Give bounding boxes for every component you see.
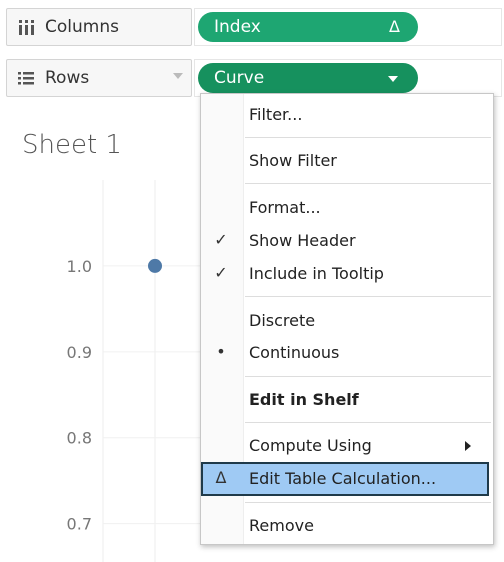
menu-item-label: Compute Using xyxy=(249,436,372,455)
menu-item-label: Include in Tooltip xyxy=(249,264,384,283)
menu-separator xyxy=(245,502,491,503)
menu-item-label: Edit in Shelf xyxy=(249,390,359,409)
scatter-chart: 1.0 0.9 0.8 0.7 xyxy=(67,180,200,562)
index-pill-label: Index xyxy=(214,17,261,37)
data-marks xyxy=(148,258,162,273)
menu-item-label: Edit Table Calculation... xyxy=(249,469,437,488)
delta-icon: Δ xyxy=(215,468,227,487)
caret-down-icon[interactable] xyxy=(388,76,398,82)
menu-item-edit-in-shelf[interactable]: Edit in Shelf xyxy=(201,384,493,416)
columns-icon xyxy=(19,20,34,35)
columns-shelf: Columns Index Δ xyxy=(0,2,504,52)
menu-item-show-filter[interactable]: Show Filter xyxy=(201,145,493,177)
menu-item-label: Format... xyxy=(249,198,321,217)
menu-separator xyxy=(245,422,491,423)
y-tick-label: 0.7 xyxy=(67,515,92,534)
y-tick-label: 0.9 xyxy=(67,343,92,362)
menu-item-label: Discrete xyxy=(249,311,316,330)
rows-label: Rows xyxy=(45,68,90,88)
menu-item-include-in-tooltip[interactable]: ✓ Include in Tooltip xyxy=(201,258,493,290)
menu-item-edit-table-calculation[interactable]: Δ Edit Table Calculation... xyxy=(201,462,489,496)
y-axis-tick-labels: 1.0 0.9 0.8 0.7 xyxy=(67,257,92,534)
bullet-icon: • xyxy=(216,342,226,361)
y-tick-label: 0.8 xyxy=(67,429,92,448)
menu-item-label: Show Header xyxy=(249,231,356,250)
check-icon: ✓ xyxy=(214,230,228,249)
menu-item-label: Remove xyxy=(249,516,314,535)
menu-item-format[interactable]: Format... xyxy=(201,192,493,224)
grid-lines xyxy=(102,180,200,562)
menu-item-show-header[interactable]: ✓ Show Header xyxy=(201,225,493,257)
menu-separator xyxy=(245,183,491,184)
menu-separator xyxy=(245,137,491,138)
chevron-right-icon xyxy=(465,441,471,451)
columns-shelf-label: Columns xyxy=(6,8,192,46)
columns-label: Columns xyxy=(45,17,119,37)
check-icon: ✓ xyxy=(214,263,228,282)
menu-item-label: Continuous xyxy=(249,343,340,362)
menu-item-compute-using[interactable]: Compute Using xyxy=(201,430,493,462)
table-calc-delta-icon: Δ xyxy=(389,17,400,36)
menu-item-label: Filter... xyxy=(249,105,303,124)
curve-pill[interactable]: Curve xyxy=(198,63,418,93)
menu-item-remove[interactable]: Remove xyxy=(201,510,493,542)
menu-item-continuous[interactable]: • Continuous xyxy=(201,337,493,369)
context-menu: Filter... Show Filter Format... ✓ Show H… xyxy=(200,93,494,545)
data-point[interactable] xyxy=(148,258,162,273)
curve-pill-label: Curve xyxy=(214,68,265,88)
chevron-down-icon xyxy=(173,73,183,79)
rows-shelf-label[interactable]: Rows xyxy=(6,59,192,97)
menu-item-label: Show Filter xyxy=(249,151,337,170)
menu-item-filter[interactable]: Filter... xyxy=(201,99,493,131)
rows-icon xyxy=(18,72,34,85)
menu-separator xyxy=(245,376,491,377)
index-pill[interactable]: Index Δ xyxy=(198,12,418,42)
menu-item-discrete[interactable]: Discrete xyxy=(201,305,493,337)
y-tick-label: 1.0 xyxy=(67,257,92,276)
menu-separator xyxy=(245,296,491,297)
